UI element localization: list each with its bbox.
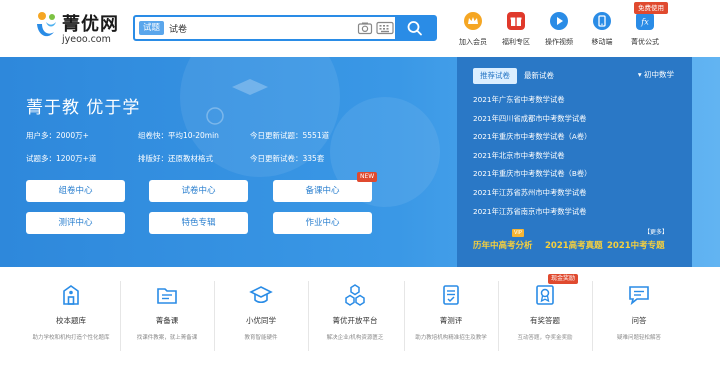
feature-assessment[interactable]: 菁测评 助力教培机构精准招生及教学: [405, 267, 497, 365]
certificate-icon: [536, 285, 554, 305]
top-header: 菁优网 jyeoo.com 试题 试卷 加入会员 福利专区 操作视频 移动端 f…: [0, 0, 720, 57]
mobile-icon: [593, 12, 611, 30]
promo-link-gaokao[interactable]: 2021高考真题: [545, 239, 603, 251]
logo-mark-icon: [37, 12, 56, 37]
banner-slogan: 菁于教 优于学: [26, 98, 141, 118]
play-icon: [550, 12, 568, 30]
gift-icon: [507, 12, 525, 30]
button-paper-center[interactable]: 试卷中心: [149, 180, 248, 202]
quick-link-label: 加入会员: [459, 38, 487, 46]
more-link[interactable]: 【更多】: [644, 227, 668, 236]
list-item[interactable]: 2021年江苏省南京市中考数学试卷: [473, 207, 591, 226]
quick-link-video[interactable]: 操作视频: [535, 10, 583, 50]
button-homework[interactable]: 作业中心: [273, 212, 372, 234]
list-item[interactable]: 2021年重庆市中考数学试卷（B卷）: [473, 169, 591, 188]
list-item[interactable]: 2021年四川省成都市中考数学试卷: [473, 114, 591, 133]
clipboard-icon: [443, 285, 459, 305]
quick-link-membership[interactable]: 加入会员: [449, 10, 497, 50]
feature-desc: 教育智能硬件: [244, 335, 278, 341]
graduation-cap-decor-icon: [232, 79, 268, 95]
search-button[interactable]: [395, 17, 435, 39]
school-icon: [63, 285, 79, 305]
feature-desc: 助力学校和机构打造个性化题库: [32, 335, 110, 341]
new-badge: NEW: [357, 172, 378, 182]
stat-layout: 排版好：还原教材格式: [138, 154, 213, 163]
search-icon: [407, 21, 422, 36]
quick-link-welfare[interactable]: 福利专区: [492, 10, 540, 50]
feature-lesson[interactable]: 菁备课 找课件教案，就上菁备课: [121, 267, 213, 365]
quick-link-label: 操作视频: [545, 38, 573, 46]
promo-link-history[interactable]: 历年中高考分析: [473, 239, 533, 251]
feature-title: 有奖答题: [530, 316, 560, 325]
chat-bubble-icon: [629, 286, 649, 306]
promo-link-zhongkao[interactable]: 2021中考专题: [607, 239, 665, 251]
list-item[interactable]: 2021年北京市中考数学试卷: [473, 151, 591, 170]
quick-link-formula[interactable]: fx 菁优公式: [621, 10, 669, 50]
feature-desc: 互动答题，夺奖金奖励: [517, 335, 573, 341]
button-assessment[interactable]: 测评中心: [26, 212, 125, 234]
keyboard-icon[interactable]: [376, 21, 394, 35]
list-item[interactable]: 2021年重庆市中考数学试卷（A卷）: [473, 132, 591, 151]
subject-label: 初中数学: [644, 70, 674, 79]
free-use-badge: 免费使用: [634, 2, 668, 14]
jyeoo-home-page: 菁优网 jyeoo.com 试题 试卷 加入会员 福利专区 操作视频 移动端 f…: [0, 0, 720, 365]
feature-qa[interactable]: 问答 疑难问题轻松解答: [593, 267, 685, 365]
feature-title: 问答: [631, 316, 647, 325]
stat-users: 用户多：2000万+: [26, 131, 89, 140]
feature-school-bank[interactable]: 校本题库 助力学校和机构打造个性化题库: [25, 267, 117, 365]
button-special-albums[interactable]: 特色专辑: [149, 212, 248, 234]
list-item[interactable]: 2021年江苏省苏州市中考数学试卷: [473, 188, 591, 207]
list-item[interactable]: 2021年广东省中考数学试卷: [473, 95, 591, 114]
quick-link-label: 菁优公式: [631, 38, 659, 46]
search-bar: 试题: [133, 15, 437, 41]
quick-link-label: 移动端: [591, 38, 613, 46]
stat-questions: 试题多：1200万+道: [26, 154, 97, 163]
feature-desc: 找课件教案，就上菁备课: [136, 335, 198, 341]
cash-reward-badge: 现金奖励: [548, 274, 579, 284]
subject-selector[interactable]: ▾ 初中数学: [638, 69, 674, 80]
paper-panel: 推荐试卷 最新试卷 ▾ 初中数学 2021年广东省中考数学试卷 2021年四川省…: [457, 57, 692, 267]
globe-decor-icon: [206, 107, 224, 125]
button-lesson-prep[interactable]: 备课中心: [273, 180, 372, 202]
vip-badge: VIP: [512, 229, 524, 237]
feature-open-platform[interactable]: 菁优开放平台 解决企业/机构资源匮乏: [309, 267, 401, 365]
feature-desc: 助力教培机构精准招生及教学: [415, 335, 487, 341]
stat-speed: 组卷快：平均10-20min: [138, 131, 219, 140]
feature-desc: 解决企业/机构资源匮乏: [326, 335, 384, 341]
paper-list: 2021年广东省中考数学试卷 2021年四川省成都市中考数学试卷 2021年重庆…: [473, 95, 591, 225]
feature-student[interactable]: 小优同学 教育智能硬件: [215, 267, 307, 365]
logo-title: 菁优网: [62, 14, 119, 35]
feature-title: 菁测评: [439, 316, 463, 325]
folder-icon: [157, 288, 177, 304]
crown-icon: [464, 12, 482, 30]
camera-icon[interactable]: [357, 20, 373, 36]
search-input[interactable]: [169, 19, 349, 37]
site-logo[interactable]: 菁优网 jyeoo.com: [34, 8, 124, 48]
feature-row: 校本题库 助力学校和机构打造个性化题库 菁备课 找课件教案，就上菁备课 小优同学…: [0, 267, 720, 365]
logo-domain: jyeoo.com: [62, 34, 111, 45]
stat-today-papers: 今日更新试卷：335套: [250, 154, 325, 163]
svg-text:fx: fx: [640, 18, 649, 27]
tab-recommended[interactable]: 推荐试卷: [473, 68, 517, 84]
quick-link-label: 福利专区: [502, 38, 530, 46]
feature-desc: 疑难问题轻松解答: [616, 335, 661, 341]
search-type-tag[interactable]: 试题: [139, 21, 165, 35]
feature-title: 小优同学: [246, 316, 276, 325]
tab-latest[interactable]: 最新试卷: [517, 68, 561, 84]
stat-today-questions: 今日更新试题：5551道: [250, 131, 330, 140]
feature-title: 菁备课: [155, 316, 179, 325]
graduation-cap-icon: [249, 286, 273, 304]
feature-title: 菁优开放平台: [332, 316, 378, 325]
hexagon-network-icon: [345, 284, 365, 306]
button-paper-builder[interactable]: 组卷中心: [26, 180, 125, 202]
feature-title: 校本题库: [56, 316, 86, 325]
formula-icon: fx: [636, 12, 654, 30]
quick-link-mobile[interactable]: 移动端: [578, 10, 626, 50]
